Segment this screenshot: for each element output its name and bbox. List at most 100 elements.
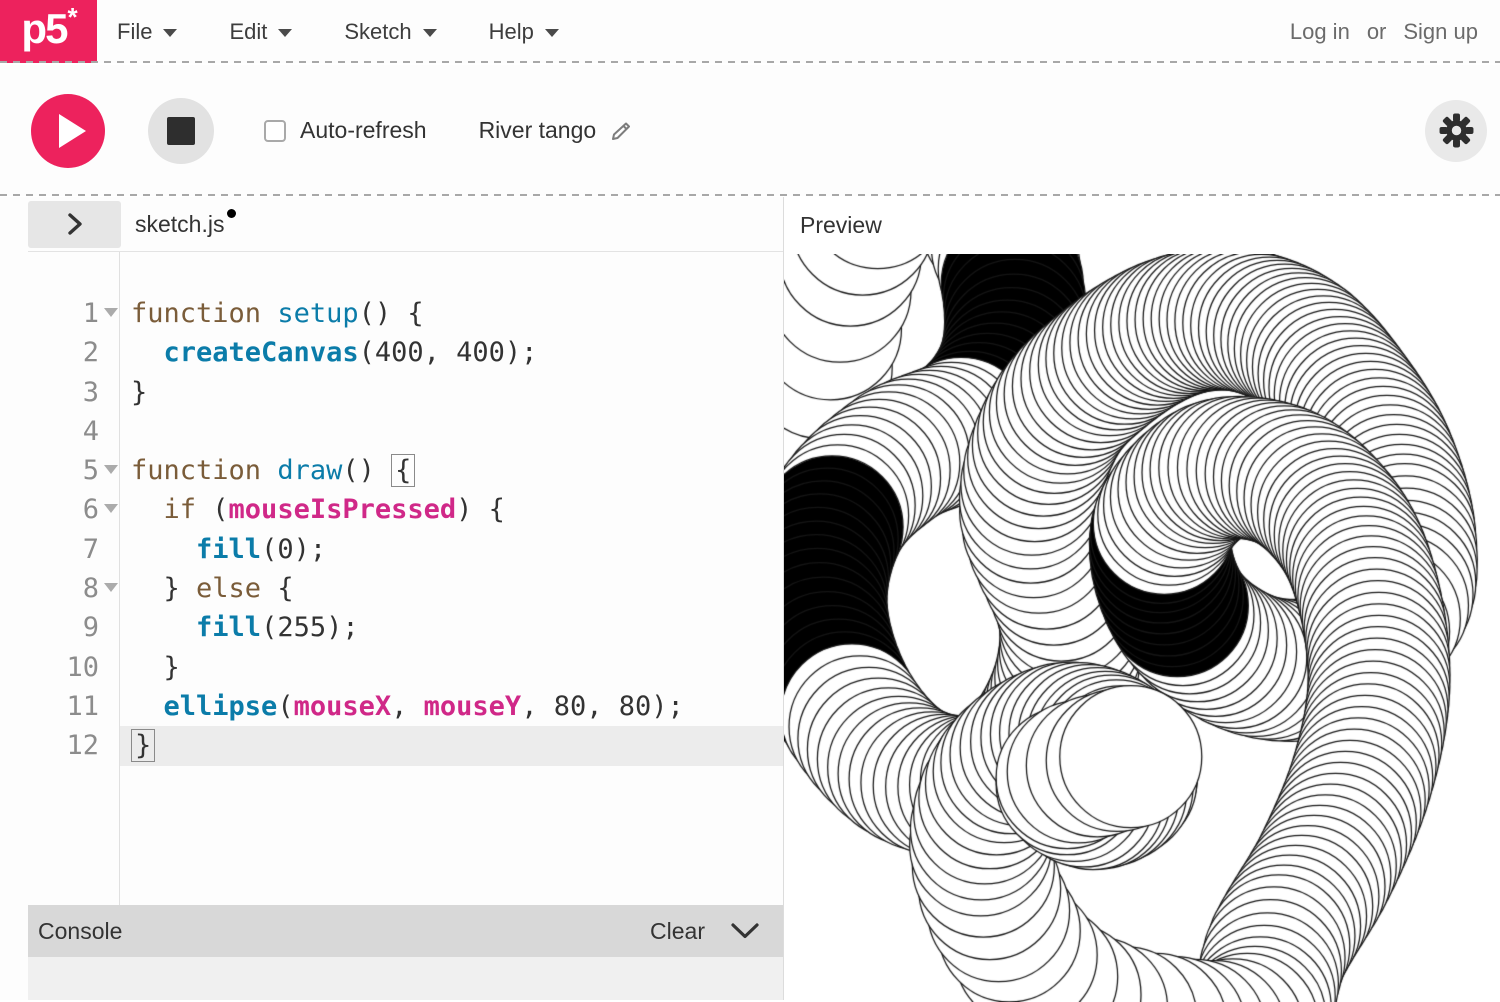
code-editor[interactable]: 123456789101112 function setup() { creat… — [28, 252, 783, 905]
editor-header: sketch.js — [28, 197, 783, 252]
code-token: ellipse — [164, 691, 278, 722]
code-token: fill — [196, 534, 261, 565]
code-line[interactable] — [120, 412, 783, 451]
code-token: ( — [196, 494, 229, 525]
code-line[interactable]: } else { — [120, 569, 783, 608]
tab-label: sketch.js — [135, 211, 224, 238]
play-icon — [59, 114, 86, 148]
sidebar-expand-button[interactable] — [28, 201, 121, 248]
menu-edit[interactable]: Edit — [229, 19, 320, 45]
code-line[interactable]: function setup() { — [120, 294, 783, 333]
console-clear-button[interactable]: Clear — [650, 918, 705, 945]
code-line[interactable]: ellipse(mouseX, mouseY, 80, 80); — [120, 687, 783, 726]
menu-file[interactable]: File — [117, 19, 205, 45]
code-token — [131, 691, 164, 722]
line-number: 1 — [28, 294, 119, 333]
top-nav: p5* File Edit Sketch Help Log in or Sign… — [0, 0, 1500, 63]
code-token: , 80, 80); — [521, 691, 684, 722]
code-line[interactable]: function draw() { — [120, 451, 783, 490]
preview-pane: Preview — [784, 197, 1500, 1000]
code-token: if — [164, 494, 197, 525]
stop-icon — [167, 117, 195, 145]
line-number-gutter: 123456789101112 — [28, 252, 120, 905]
line-number: 4 — [28, 412, 119, 451]
code-token: (400, 400); — [359, 337, 538, 368]
code-line[interactable]: fill(255); — [120, 608, 783, 647]
stop-button[interactable] — [148, 98, 214, 164]
line-number: 9 — [28, 608, 119, 647]
fold-arrow-icon[interactable] — [104, 583, 118, 592]
login-link[interactable]: Log in — [1290, 19, 1350, 45]
line-number: 12 — [28, 726, 119, 765]
menu-sketch[interactable]: Sketch — [344, 19, 464, 45]
code-line[interactable]: } — [120, 726, 783, 765]
code-token: createCanvas — [164, 337, 359, 368]
code-token: mouseIsPressed — [229, 494, 457, 525]
fold-arrow-icon[interactable] — [104, 504, 118, 513]
chevron-down-icon — [278, 29, 292, 37]
chevron-right-icon — [67, 212, 83, 236]
code-line[interactable]: } — [120, 373, 783, 412]
code-line[interactable]: if (mouseIsPressed) { — [120, 490, 783, 529]
code-token: { — [261, 573, 294, 604]
auth-or-text: or — [1367, 19, 1387, 45]
code-token: (0); — [261, 534, 326, 565]
line-number: 6 — [28, 490, 119, 529]
code-token: draw — [277, 455, 342, 486]
logo-text: p5 — [21, 0, 66, 58]
sketch-name[interactable]: River tango — [479, 117, 634, 144]
menu-bar: File Edit Sketch Help — [117, 19, 587, 45]
code-token — [131, 494, 164, 525]
code-token: else — [196, 573, 261, 604]
editor-pane: sketch.js 123456789101112 function setup… — [0, 197, 784, 1000]
logo-asterisk: * — [67, 0, 75, 34]
tab-sketch-js[interactable]: sketch.js — [135, 211, 236, 238]
code-token: mouseX — [294, 691, 392, 722]
play-button[interactable] — [31, 94, 105, 168]
code-token: } — [131, 652, 180, 683]
auto-refresh-checkbox[interactable] — [264, 120, 286, 142]
console-title: Console — [38, 918, 122, 945]
code-token: setup — [277, 298, 358, 329]
code-token: () — [342, 455, 391, 486]
line-number: 3 — [28, 373, 119, 412]
preview-title: Preview — [800, 212, 882, 239]
code-token: , — [391, 691, 424, 722]
console-actions: Clear — [650, 918, 759, 945]
code-token: } — [131, 729, 155, 762]
edit-pencil-icon[interactable] — [609, 119, 633, 143]
code-content[interactable]: function setup() { createCanvas(400, 400… — [120, 252, 783, 905]
code-token: ) { — [456, 494, 505, 525]
chevron-down-icon — [545, 29, 559, 37]
line-number: 10 — [28, 648, 119, 687]
code-token: mouseY — [424, 691, 522, 722]
code-token: function — [131, 455, 261, 486]
fold-arrow-icon[interactable] — [104, 308, 118, 317]
line-number: 7 — [28, 530, 119, 569]
fold-arrow-icon[interactable] — [104, 465, 118, 474]
code-token — [131, 534, 196, 565]
auth-links: Log in or Sign up — [1290, 19, 1478, 45]
code-token: ( — [277, 691, 293, 722]
auto-refresh-label: Auto-refresh — [300, 117, 427, 144]
console-collapse-chevron-icon[interactable] — [731, 923, 759, 940]
signup-link[interactable]: Sign up — [1403, 19, 1478, 45]
line-number: 8 — [28, 569, 119, 608]
line-number: 11 — [28, 687, 119, 726]
code-token: function — [131, 298, 261, 329]
code-token: fill — [196, 612, 261, 643]
code-token: () { — [359, 298, 424, 329]
settings-button[interactable] — [1425, 100, 1487, 162]
unsaved-dot — [227, 209, 236, 218]
code-token: (255); — [261, 612, 359, 643]
preview-canvas[interactable] — [784, 254, 1499, 1002]
code-line[interactable]: } — [120, 648, 783, 687]
p5-logo[interactable]: p5* — [0, 0, 97, 63]
menu-help[interactable]: Help — [489, 19, 587, 45]
code-line[interactable]: fill(0); — [120, 530, 783, 569]
code-line[interactable]: createCanvas(400, 400); — [120, 333, 783, 372]
code-token: } — [131, 573, 196, 604]
line-number: 5 — [28, 451, 119, 490]
code-token — [261, 455, 277, 486]
chevron-down-icon — [163, 29, 177, 37]
